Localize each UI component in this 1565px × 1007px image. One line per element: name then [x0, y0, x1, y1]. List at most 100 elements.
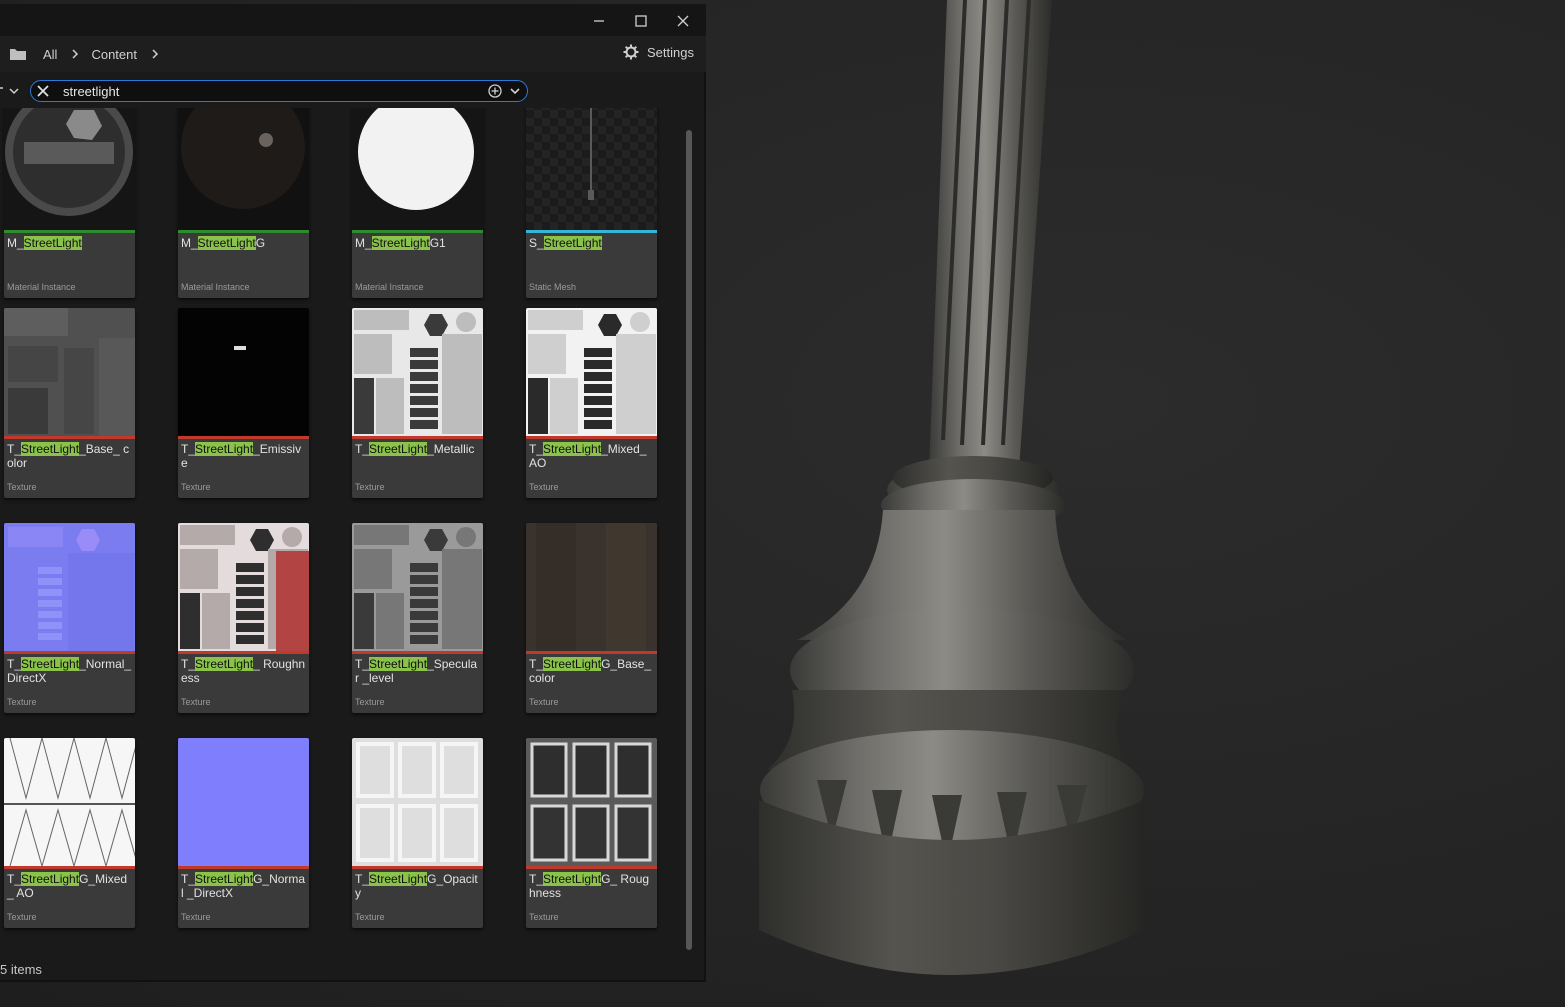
asset-type-bar: [178, 230, 309, 233]
asset-tile[interactable]: T_StreetLightG_Opacity Texture: [352, 738, 483, 928]
item-count: 5 items: [0, 962, 42, 977]
asset-name: T_StreetLightG_Base_ color: [529, 657, 652, 685]
search-box[interactable]: [30, 80, 528, 102]
asset-thumbnail: [352, 308, 483, 436]
asset-tile[interactable]: T_StreetLight_Specular _level Texture: [352, 523, 483, 713]
search-row: [0, 76, 706, 106]
gear-icon: [623, 44, 639, 60]
asset-type-label: Texture: [529, 697, 559, 707]
asset-name: S_StreetLight: [529, 236, 602, 250]
asset-type-bar: [352, 436, 483, 439]
asset-name: T_StreetLight_Base_ color: [7, 442, 130, 470]
asset-tile[interactable]: T_StreetLightG_Mixed_ AO Texture: [4, 738, 135, 928]
chevron-down-icon[interactable]: [509, 86, 521, 96]
asset-tile[interactable]: T_StreetLight_Mixed_ AO Texture: [526, 308, 657, 498]
asset-thumbnail: [352, 108, 483, 230]
breadcrumb-content[interactable]: Content: [91, 47, 137, 62]
asset-type-label: Texture: [7, 912, 37, 922]
asset-type-label: Static Mesh: [529, 282, 577, 292]
asset-thumbnail: [178, 308, 309, 436]
asset-type-label: Texture: [355, 482, 385, 492]
asset-tile[interactable]: T_StreetLight_Metallic Texture: [352, 308, 483, 498]
clear-search-icon[interactable]: [37, 85, 49, 97]
asset-name: T_StreetLight_Mixed_ AO: [529, 442, 647, 470]
breadcrumb-all[interactable]: All: [43, 47, 57, 62]
search-match-highlight: StreetLight: [369, 657, 428, 671]
asset-type-label: Texture: [529, 912, 559, 922]
asset-type-bar: [178, 436, 309, 439]
asset-tile[interactable]: T_StreetLight_Normal_ DirectX Texture: [4, 523, 135, 713]
asset-tile[interactable]: T_StreetLightG_Normal _DirectX Texture: [178, 738, 309, 928]
search-match-highlight: StreetLight: [543, 442, 602, 456]
asset-tile[interactable]: S_StreetLight Static Mesh: [526, 108, 657, 298]
asset-type-label: Material Instance: [181, 282, 250, 292]
asset-name: M_StreetLightG: [181, 236, 266, 250]
chevron-right-icon[interactable]: [149, 48, 161, 60]
asset-thumbnail: [4, 523, 135, 651]
asset-type-label: Material Instance: [7, 282, 76, 292]
asset-type-label: Texture: [7, 482, 37, 492]
filter-dropdown-icon[interactable]: [0, 85, 22, 97]
asset-tile[interactable]: T_StreetLight_Emissive Texture: [178, 308, 309, 498]
asset-name: T_StreetLight_Metallic: [355, 442, 475, 456]
search-match-highlight: StreetLight: [371, 236, 430, 250]
asset-tile[interactable]: M_StreetLight Material Instance: [4, 108, 135, 298]
title-bar: [0, 4, 706, 36]
asset-thumbnail: [4, 308, 135, 436]
asset-name: T_StreetLightG_Mixed_ AO: [7, 872, 128, 900]
asset-type-label: Texture: [7, 697, 37, 707]
search-match-highlight: StreetLight: [543, 872, 602, 886]
asset-tile[interactable]: T_StreetLight_Base_ color Texture: [4, 308, 135, 498]
asset-type-bar: [178, 866, 309, 869]
search-match-highlight: StreetLight: [195, 872, 254, 886]
asset-thumbnail: [526, 308, 657, 436]
asset-type-bar: [526, 866, 657, 869]
search-match-highlight: StreetLight: [369, 442, 428, 456]
asset-grid: M_StreetLight Material Instance M_StreetLi…: [0, 108, 690, 954]
asset-type-label: Texture: [355, 912, 385, 922]
search-match-highlight: StreetLight: [543, 236, 602, 250]
asset-type-bar: [4, 651, 135, 654]
minimize-icon[interactable]: [584, 8, 614, 34]
settings-button[interactable]: Settings: [623, 44, 694, 60]
asset-type-label: Texture: [181, 912, 211, 922]
asset-thumbnail: [178, 738, 309, 866]
asset-thumbnail: [4, 738, 135, 866]
asset-thumbnail: [178, 523, 309, 651]
asset-thumbnail: [352, 738, 483, 866]
maximize-icon[interactable]: [626, 8, 656, 34]
content-browser-panel: All Content Settings streetlight M_Stree…: [0, 4, 706, 982]
folder-icon[interactable]: [9, 47, 27, 61]
asset-tile[interactable]: T_StreetLightG_ Roughness Texture: [526, 738, 657, 928]
search-match-highlight: StreetLight: [195, 657, 254, 671]
asset-type-bar: [352, 230, 483, 233]
asset-name: T_StreetLightG_Opacity: [355, 872, 478, 900]
asset-type-label: Texture: [181, 482, 211, 492]
search-input[interactable]: [63, 83, 463, 99]
scrollbar[interactable]: [686, 130, 692, 950]
asset-tile[interactable]: T_StreetLight_ Roughness Texture: [178, 523, 309, 713]
asset-type-label: Material Instance: [355, 282, 424, 292]
settings-label: Settings: [647, 44, 694, 60]
asset-type-bar: [4, 866, 135, 869]
asset-thumbnail: [178, 108, 309, 230]
asset-tile[interactable]: M_StreetLightG1 Material Instance: [352, 108, 483, 298]
streetlight-mesh-preview: [759, 0, 1145, 975]
add-filter-icon[interactable]: [488, 84, 502, 98]
asset-name: M_StreetLightG1: [355, 236, 446, 250]
chevron-right-icon[interactable]: [69, 48, 81, 60]
close-icon[interactable]: [668, 8, 698, 34]
search-match-highlight: StreetLight: [23, 236, 82, 250]
asset-type-bar: [178, 651, 309, 654]
search-match-highlight: StreetLight: [21, 872, 80, 886]
search-match-highlight: StreetLight: [543, 657, 602, 671]
asset-type-label: Texture: [529, 482, 559, 492]
asset-name: M_StreetLight: [7, 236, 82, 250]
asset-name: T_StreetLightG_ Roughness: [529, 872, 650, 900]
asset-tile[interactable]: M_StreetLightG Material Instance: [178, 108, 309, 298]
asset-tile[interactable]: T_StreetLightG_Base_ color Texture: [526, 523, 657, 713]
search-match-highlight: StreetLight: [195, 442, 254, 456]
asset-thumbnail: [526, 108, 657, 230]
asset-name: T_StreetLight_ Roughness: [181, 657, 306, 685]
asset-thumbnail: [4, 108, 135, 230]
